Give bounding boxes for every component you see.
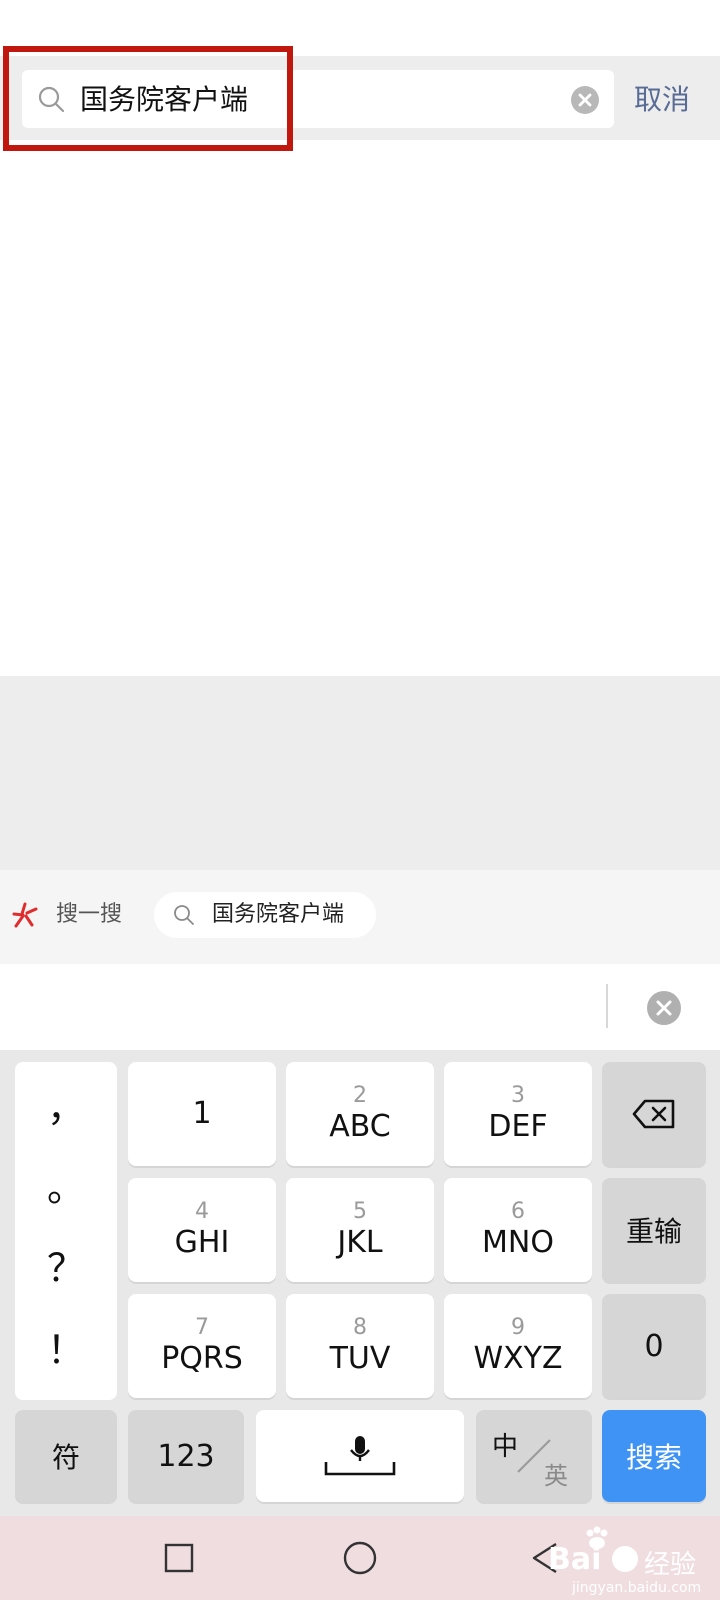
search-key-label: 搜索 xyxy=(625,1441,682,1474)
key-number: 8 xyxy=(353,1315,367,1340)
ime-composition-row xyxy=(0,964,720,1050)
watermark-paw-dot xyxy=(612,1546,638,1572)
key-number: 6 xyxy=(511,1199,525,1224)
backspace-key[interactable] xyxy=(602,1062,706,1166)
souyisou-label[interactable]: 搜一搜 xyxy=(56,897,122,933)
search-icon xyxy=(174,905,194,925)
suggestion-chip-text: 国务院客户端 xyxy=(212,902,345,927)
backspace-icon xyxy=(632,1099,675,1129)
reenter-label: 重输 xyxy=(625,1215,682,1248)
key-6[interactable]: 6 MNO xyxy=(444,1178,592,1282)
punct-question-key[interactable]: ？ xyxy=(15,1240,117,1296)
key-9[interactable]: 9 WXYZ xyxy=(444,1294,592,1398)
key-number: 7 xyxy=(195,1315,209,1340)
key-letters: TUV xyxy=(329,1341,391,1376)
key-1[interactable]: 1 xyxy=(128,1062,276,1166)
key-letters: DEF xyxy=(488,1109,548,1144)
key-number: 3 xyxy=(511,1083,525,1108)
punct-exclaim-key[interactable]: ！ xyxy=(15,1322,117,1378)
watermark-brand: Bai xyxy=(548,1542,602,1577)
key-letters: WXYZ xyxy=(473,1341,563,1376)
lang-en-label: 英 xyxy=(544,1462,568,1490)
key-0[interactable]: 0 xyxy=(602,1294,706,1398)
key-5[interactable]: 5 JKL xyxy=(286,1178,434,1282)
home-icon[interactable] xyxy=(342,1540,378,1576)
key-letters: ABC xyxy=(329,1109,391,1144)
highlight-box xyxy=(3,46,293,151)
watermark-brand-cn: 经验 xyxy=(644,1550,697,1580)
punct-comma-key[interactable]: ， xyxy=(15,1080,117,1136)
cancel-button[interactable]: 取消 xyxy=(634,78,690,122)
symbol-key[interactable]: 符 xyxy=(15,1410,117,1502)
clear-search-icon[interactable] xyxy=(570,85,600,115)
language-toggle-key[interactable]: 中 英 xyxy=(476,1410,592,1502)
key-7[interactable]: 7 PQRS xyxy=(128,1294,276,1398)
key-8[interactable]: 8 TUV xyxy=(286,1294,434,1398)
key-number: 2 xyxy=(353,1083,367,1108)
key-4[interactable]: 4 GHI xyxy=(128,1178,276,1282)
close-icon[interactable] xyxy=(646,990,682,1026)
symbol-label: 符 xyxy=(51,1441,80,1474)
watermark-url: jingyan.baidu.com xyxy=(572,1580,702,1596)
search-key[interactable]: 搜索 xyxy=(602,1410,706,1502)
key-letters: 1 xyxy=(192,1096,212,1131)
souyisou-logo-icon xyxy=(12,902,38,928)
key-3[interactable]: 3 DEF xyxy=(444,1062,592,1166)
reenter-key[interactable]: 重输 xyxy=(602,1178,706,1282)
key-number: 5 xyxy=(353,1199,367,1224)
baidu-jingyan-watermark: Bai 经验 jingyan.baidu.com xyxy=(548,1516,718,1598)
key-number: 9 xyxy=(511,1315,525,1340)
key-letters: JKL xyxy=(337,1225,383,1260)
key-2[interactable]: 2 ABC xyxy=(286,1062,434,1166)
punct-period-key[interactable]: 。 xyxy=(15,1160,117,1216)
divider xyxy=(606,984,608,1028)
space-key[interactable] xyxy=(256,1410,464,1502)
key-zero-label: 0 xyxy=(644,1328,664,1364)
microphone-icon xyxy=(324,1436,396,1476)
key-number: 4 xyxy=(195,1199,209,1224)
recent-apps-icon[interactable] xyxy=(164,1543,194,1573)
empty-results-area xyxy=(0,676,720,870)
number-mode-key[interactable]: 123 xyxy=(128,1410,244,1502)
key-letters: MNO xyxy=(482,1225,554,1260)
key-letters: PQRS xyxy=(161,1341,243,1376)
number-mode-label: 123 xyxy=(157,1438,215,1474)
key-letters: GHI xyxy=(174,1225,230,1260)
